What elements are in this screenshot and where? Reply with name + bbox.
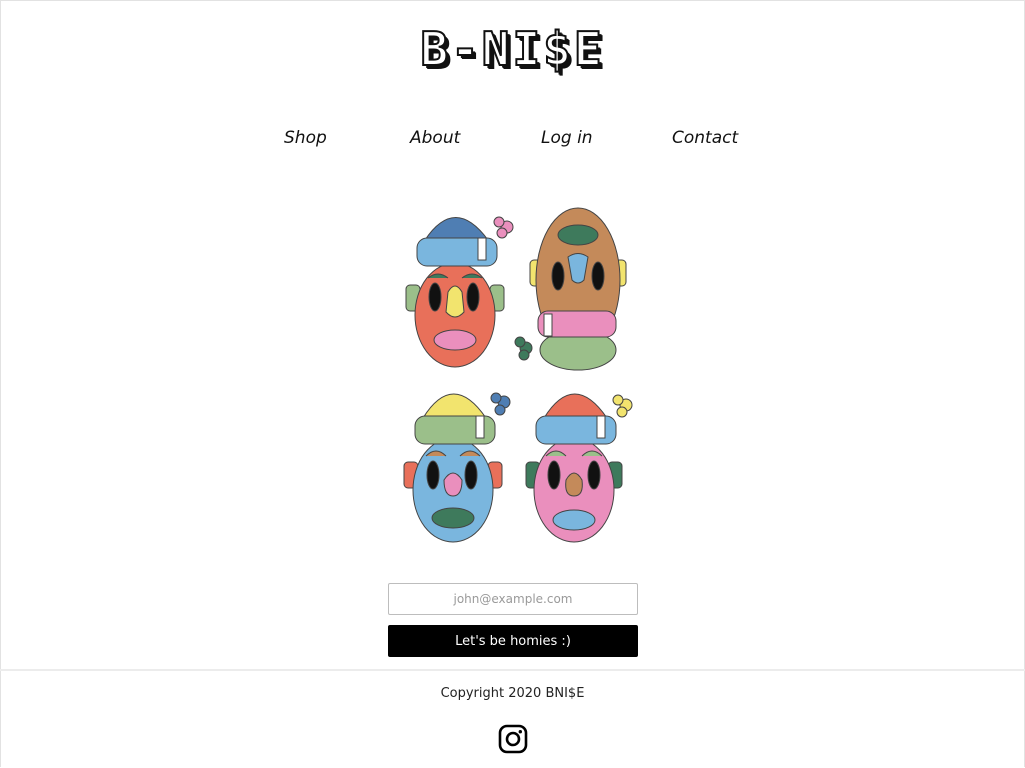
nav-item-shop[interactable]: Shop bbox=[284, 128, 327, 148]
footer-divider bbox=[0, 669, 1025, 671]
signup-button[interactable]: Let's be homies :) bbox=[388, 625, 638, 657]
face-coral bbox=[405, 216, 514, 368]
email-input[interactable] bbox=[388, 583, 638, 615]
nav-item-log-in[interactable]: Log in bbox=[541, 128, 593, 148]
four-faces-illustration bbox=[403, 207, 633, 543]
nav-item-about[interactable]: About bbox=[410, 128, 460, 148]
copyright-text: Copyright 2020 BNI$E bbox=[440, 686, 585, 701]
nav-item-contact[interactable]: Contact bbox=[672, 128, 738, 148]
site-logo[interactable]: B-NI$E bbox=[0, 21, 1025, 77]
main-nav: Shop About Log in Contact bbox=[0, 128, 1025, 152]
face-tan bbox=[514, 207, 627, 371]
instagram-icon[interactable] bbox=[498, 724, 528, 754]
face-pink bbox=[525, 393, 633, 543]
logo-text[interactable]: B-NI$E bbox=[419, 21, 604, 77]
face-blue bbox=[403, 392, 511, 543]
